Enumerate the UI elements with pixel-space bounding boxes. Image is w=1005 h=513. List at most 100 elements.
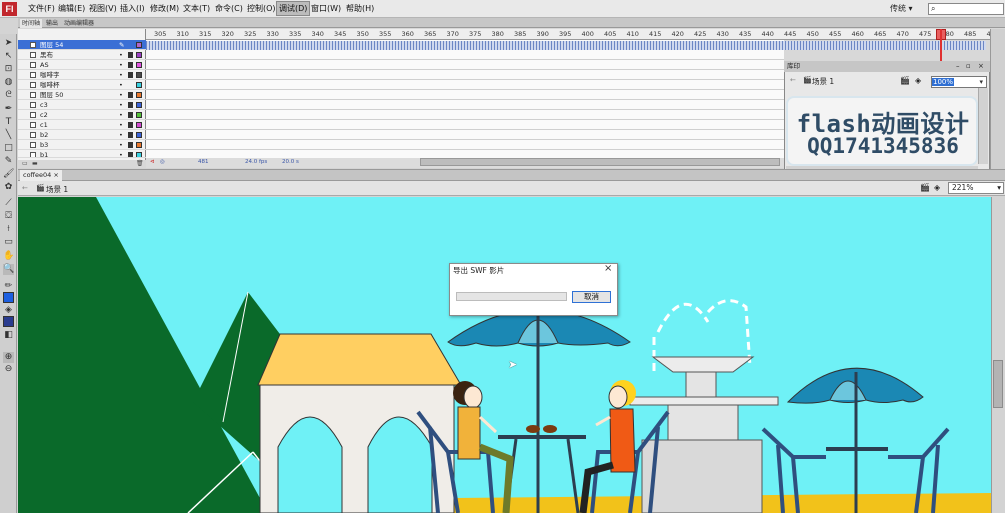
search-input[interactable]: ⌕ [928, 3, 1004, 15]
menu-file[interactable]: 文件(F) [28, 3, 55, 14]
visibility-dot[interactable]: • [119, 60, 123, 70]
layer-row[interactable]: c1 • [18, 120, 146, 130]
fill-color-icon[interactable]: ◈ [3, 305, 14, 316]
onion-skin-icon[interactable]: ◎ [160, 159, 165, 165]
visibility-dot[interactable]: • [119, 130, 123, 140]
lock-icon[interactable] [128, 122, 133, 128]
menu-commands[interactable]: 命令(C) [215, 3, 243, 14]
document-tab[interactable]: coffee04 × [20, 170, 62, 181]
new-folder-icon[interactable]: ▬ [32, 160, 38, 167]
visibility-dot[interactable]: • [119, 90, 123, 100]
lock-icon[interactable] [128, 152, 133, 157]
3d-rotation-tool-icon[interactable]: ◍ [3, 77, 14, 88]
close-icon[interactable]: × [53, 171, 58, 179]
timeline-scrollbar[interactable] [420, 158, 780, 166]
lock-icon[interactable] [128, 102, 133, 108]
visibility-dot[interactable]: • [119, 70, 123, 80]
minimize-icon[interactable]: – [956, 61, 960, 72]
free-transform-tool-icon[interactable]: ⊡ [3, 64, 14, 75]
brush-tool-icon[interactable]: 🖌 [3, 169, 14, 180]
bone-tool-icon[interactable]: ⟋ [3, 198, 14, 209]
layer-row[interactable]: c2 • [18, 110, 146, 120]
lock-icon[interactable] [128, 72, 133, 78]
close-icon[interactable]: × [978, 61, 984, 72]
layer-row[interactable]: 图层 54 ✎ [18, 40, 146, 50]
menu-help[interactable]: 帮助(H) [346, 3, 374, 14]
floating-panel-zoom[interactable]: 100% ▾ [931, 76, 987, 88]
lasso-tool-icon[interactable]: ᘓ [3, 90, 14, 101]
eyedropper-tool-icon[interactable]: ⟊ [3, 224, 14, 235]
center-frame-icon[interactable]: ⊲ [150, 159, 155, 165]
hand-tool-icon[interactable]: ✋ [3, 251, 14, 262]
timeline-vscroll[interactable] [990, 29, 1005, 169]
lock-icon[interactable] [128, 112, 133, 118]
selection-tool-icon[interactable]: ➤ [3, 38, 14, 49]
edit-scene-icon[interactable]: 🎬 [920, 183, 930, 192]
menu-edit[interactable]: 编辑(E) [58, 3, 85, 14]
lock-icon[interactable] [128, 132, 133, 138]
stage-vscroll[interactable] [991, 197, 1005, 513]
frame-rate[interactable]: 24.0 fps [245, 159, 267, 165]
new-layer-icon[interactable]: ▭ [22, 160, 28, 167]
lock-icon[interactable] [128, 52, 133, 58]
edit-scene-icon[interactable]: 🎬 [900, 76, 910, 85]
visibility-dot[interactable]: • [119, 140, 123, 150]
visibility-dot[interactable]: • [119, 120, 123, 130]
fill-color-swatch[interactable] [3, 316, 14, 327]
frame-ruler[interactable]: 305 310 315 320 325 330 335 340 345 350 355 360 365 3… [146, 29, 1005, 40]
layer-row[interactable]: AS • [18, 60, 146, 70]
visibility-dot[interactable]: • [119, 110, 123, 120]
layer-row[interactable]: b3 • [18, 140, 146, 150]
edit-symbol-icon[interactable]: ◈ [934, 183, 940, 192]
line-tool-icon[interactable]: ╲ [3, 130, 14, 141]
tab-timeline[interactable]: 时间轴 [20, 19, 43, 28]
pencil-tool-icon[interactable]: ✎ [3, 156, 14, 167]
layer-row[interactable]: 咖啡杯 • [18, 80, 146, 90]
delete-layer-icon[interactable]: 🗑 [136, 160, 144, 167]
menu-text[interactable]: 文本(T) [183, 3, 210, 14]
deco-tool-icon[interactable]: ✿ [3, 182, 14, 193]
subselection-tool-icon[interactable]: ↖ [3, 51, 14, 62]
back-arrow-icon[interactable]: ← [22, 184, 28, 192]
lock-icon[interactable] [128, 82, 133, 88]
floating-panel-titlebar[interactable]: 库印 – ▫ × [784, 61, 990, 72]
menu-window[interactable]: 窗口(W) [311, 3, 341, 14]
layer-row[interactable]: 黑布 • [18, 50, 146, 60]
stage-vscroll-thumb[interactable] [993, 360, 1003, 408]
menu-control[interactable]: 控制(O) [247, 3, 276, 14]
zoom-select[interactable]: 221% ▾ [948, 182, 1004, 194]
layer-row[interactable]: 图层 50 • [18, 90, 146, 100]
paint-bucket-tool-icon[interactable]: ⛋ [3, 211, 14, 222]
stroke-color-swatch[interactable] [3, 292, 14, 303]
visibility-dot[interactable]: • [119, 150, 123, 157]
lock-icon[interactable] [128, 62, 133, 68]
current-frame[interactable]: 481 [198, 159, 209, 165]
visibility-dot[interactable]: • [119, 50, 123, 60]
frame-grid[interactable] [146, 40, 784, 160]
rectangle-tool-icon[interactable]: □ [3, 143, 14, 154]
menu-view[interactable]: 视图(V) [89, 3, 117, 14]
visibility-dot[interactable]: • [119, 100, 123, 110]
back-arrow-icon[interactable]: ← [790, 76, 796, 84]
zoom-out-icon[interactable]: ⊖ [3, 364, 14, 375]
tab-output[interactable]: 输出 [44, 19, 60, 28]
maximize-icon[interactable]: ▫ [966, 61, 971, 72]
menu-insert[interactable]: 插入(I) [120, 3, 145, 14]
text-tool-icon[interactable]: T [3, 117, 14, 128]
menu-debug[interactable]: 调试(D) [275, 1, 311, 16]
layer-row[interactable]: b1 • [18, 150, 146, 158]
workspace-switcher[interactable]: 传统 ▾ [890, 2, 925, 16]
snap-magnet-icon[interactable]: ⊕ [3, 352, 14, 363]
pen-tool-icon[interactable]: ✒ [3, 104, 14, 115]
floating-panel-vscroll[interactable] [978, 88, 988, 164]
zoom-tool-icon[interactable]: 🔍 [3, 264, 14, 275]
layer-row[interactable]: b2 • [18, 130, 146, 140]
layer-row[interactable]: c3 • [18, 100, 146, 110]
eraser-tool-icon[interactable]: ▭ [3, 237, 14, 248]
layer-row[interactable]: 咖啡字 • [18, 70, 146, 80]
edit-symbol-icon[interactable]: ◈ [915, 76, 921, 85]
lock-icon[interactable] [128, 142, 133, 148]
black-white-icon[interactable]: ◧ [3, 330, 14, 341]
cancel-button[interactable]: 取消 [572, 291, 611, 303]
close-icon[interactable]: × [604, 263, 612, 274]
